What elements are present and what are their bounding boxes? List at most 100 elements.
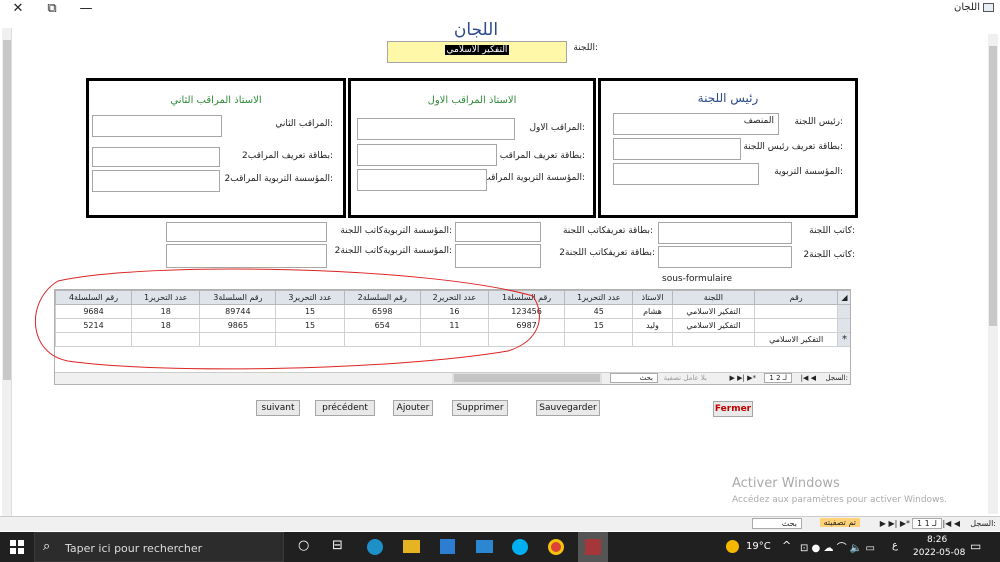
language-indicator[interactable]: ع xyxy=(892,540,898,551)
activation-watermark-text: Accédez aux paramètres pour activer Wind… xyxy=(732,495,947,505)
column-header[interactable]: الاستاذ xyxy=(632,290,673,305)
president-name-field[interactable]: المنصف xyxy=(613,113,779,135)
president-name-label: رئيس اللجنة: xyxy=(794,117,843,127)
observer2-name-field[interactable] xyxy=(92,115,222,137)
table-cell[interactable] xyxy=(564,332,634,347)
table-cell[interactable] xyxy=(632,332,673,347)
nav-last-button[interactable]: ▶ ▶| ▶* xyxy=(730,374,756,382)
president-box: رئيس اللجنة رئيس اللجنة: المنصف بطاقة تع… xyxy=(598,78,858,218)
column-header[interactable]: رقم xyxy=(754,290,838,305)
table-cell[interactable] xyxy=(671,332,756,347)
access-app-icon[interactable] xyxy=(578,532,608,562)
close-window-button[interactable]: ✕ xyxy=(4,0,32,18)
observer1-institution-field[interactable] xyxy=(357,169,487,191)
status-last-button[interactable]: ▶ ▶| ▶* xyxy=(880,519,910,528)
nav-filter-indicator[interactable]: بلا عامل تصفية xyxy=(664,374,707,382)
next-button[interactable]: suivant xyxy=(256,400,300,416)
task-view-icon[interactable]: ⊟ xyxy=(332,538,343,553)
column-header[interactable]: اللجنة xyxy=(671,290,756,305)
chrome-icon[interactable] xyxy=(548,539,564,555)
row-selector[interactable] xyxy=(837,304,850,319)
tray-chevron-icon[interactable]: ^ xyxy=(782,539,791,552)
windows-start-icon[interactable] xyxy=(10,540,24,554)
writer2-field[interactable] xyxy=(658,246,792,268)
new-record-marker[interactable]: * xyxy=(837,332,850,347)
nav-search-field[interactable]: بحث xyxy=(610,373,658,383)
cortana-icon[interactable]: ○ xyxy=(298,538,309,553)
notification-icon[interactable]: ▭ xyxy=(970,539,981,553)
observer2-card-field[interactable] xyxy=(92,147,220,167)
subform-label: sous-formulaire xyxy=(662,274,733,284)
skype-icon[interactable] xyxy=(512,539,528,555)
writer1-field[interactable] xyxy=(658,222,792,244)
taskbar: ⌕ Taper ici pour rechercher ○ ⊟ 19°C ^ ⊡… xyxy=(0,532,1000,562)
taskbar-search-box[interactable]: ⌕ Taper ici pour rechercher xyxy=(34,532,284,562)
tray-icons[interactable]: ⊡ ● ☁ ⌒ 🔈 ▭ xyxy=(800,539,875,554)
nav-position-field[interactable]: 1 لـ 2 xyxy=(764,373,792,383)
observer2-card-label: بطاقة تعريف المراقب2: xyxy=(242,151,333,161)
right-scrollbar[interactable] xyxy=(988,34,998,514)
status-first-button[interactable]: |◀ ◀ xyxy=(942,519,960,528)
status-position-field[interactable]: 1 لـ 1 xyxy=(911,518,942,529)
table-cell[interactable]: التفكير الاسلامي xyxy=(754,332,838,347)
column-header[interactable]: عدد التحرير1 xyxy=(564,290,634,305)
writer2-institution-field[interactable] xyxy=(166,244,327,268)
activation-watermark-title: Activer Windows xyxy=(732,476,840,491)
status-filter-indicator[interactable]: تم تصفيته xyxy=(819,518,860,527)
scroll-thumb[interactable] xyxy=(989,46,997,326)
observer1-name-field[interactable] xyxy=(357,118,515,140)
form-title: اللجان xyxy=(453,20,499,40)
clock-time[interactable]: 8:26 xyxy=(927,535,947,545)
president-institution-field[interactable] xyxy=(613,163,759,185)
observer2-header: الاستاذ المراقب الثاني xyxy=(170,95,262,106)
title-bar: ✕ ⧉ — اللجان xyxy=(0,0,1000,18)
status-search-field[interactable]: بحث xyxy=(752,518,802,529)
left-scrollbar[interactable] xyxy=(2,28,12,516)
add-button[interactable]: Ajouter xyxy=(393,400,433,416)
table-cell[interactable] xyxy=(754,304,838,319)
observer1-name-label: المراقب الاول: xyxy=(529,123,585,133)
file-explorer-icon[interactable] xyxy=(403,540,420,553)
delete-button[interactable]: Supprimer xyxy=(452,400,508,416)
previous-button[interactable]: précédent xyxy=(315,400,375,416)
table-cell[interactable]: 45 xyxy=(564,304,634,319)
edge-icon[interactable] xyxy=(367,539,383,555)
access-logo-icon xyxy=(585,539,601,555)
table-cell[interactable]: هشام xyxy=(632,304,673,319)
close-form-button[interactable]: Fermer xyxy=(713,401,753,417)
writer1-institution-field[interactable] xyxy=(166,222,327,242)
president-institution-label: المؤسسة التربوية: xyxy=(774,167,843,177)
store-icon[interactable] xyxy=(440,539,455,554)
committee-field[interactable]: التفكير الاسلامي xyxy=(387,41,567,63)
table-cell[interactable]: 15 xyxy=(564,318,634,333)
table-cell[interactable]: التفكير الاسلامي xyxy=(671,304,756,319)
writer2-card-field[interactable] xyxy=(455,244,541,268)
writer1-card-field[interactable] xyxy=(455,222,541,242)
mail-icon[interactable] xyxy=(476,540,493,553)
observer2-institution-field[interactable] xyxy=(92,170,220,192)
writer1-label: كاتب اللجنة: xyxy=(809,226,855,236)
status-record-label: السجل: xyxy=(970,519,996,528)
table-cell[interactable]: التفكير الاسلامي xyxy=(671,318,756,333)
observer2-name-label: المراقب الثاني: xyxy=(275,119,333,129)
temperature[interactable]: 19°C xyxy=(746,541,771,552)
observer2-institution-label: المؤسسة التربوية المراقب2: xyxy=(224,174,333,184)
weather-icon[interactable] xyxy=(726,540,739,553)
save-button[interactable]: Sauvegarder xyxy=(536,400,600,416)
writer2-institution-label: المؤسسة التربويةكاتب اللجنة2: xyxy=(334,246,452,256)
writer2-label: كاتب اللجنة2: xyxy=(803,250,855,260)
select-all-corner[interactable]: ◢ xyxy=(837,290,850,305)
clock-date[interactable]: 2022-05-08 xyxy=(913,548,965,558)
table-cell[interactable]: وليد xyxy=(632,318,673,333)
restore-window-button[interactable]: ⧉ xyxy=(38,0,66,18)
president-card-field[interactable] xyxy=(613,138,741,160)
nav-first-button[interactable]: |◀ ◀ xyxy=(801,374,816,382)
row-selector[interactable] xyxy=(837,318,850,333)
minimize-window-button[interactable]: — xyxy=(72,0,100,18)
document-tab[interactable]: اللجان xyxy=(954,2,994,13)
observer1-card-field[interactable] xyxy=(357,144,497,166)
table-cell[interactable] xyxy=(754,318,838,333)
writer2-card-label: بطاقة تعريفكاتب اللجنة2: xyxy=(559,248,655,258)
writer1-institution-label: المؤسسة التربويةكاتب اللجنة: xyxy=(340,226,452,236)
scroll-thumb[interactable] xyxy=(3,40,11,380)
